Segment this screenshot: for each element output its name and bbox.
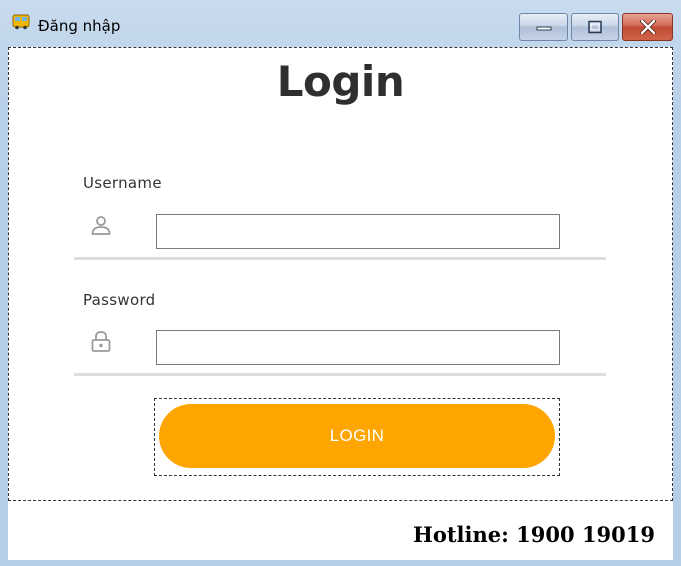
- close-icon: [639, 20, 656, 34]
- title-bar[interactable]: Đăng nhập: [0, 0, 681, 44]
- maximize-button[interactable]: [571, 13, 619, 41]
- hotline-text: Hotline: 1900 19019: [412, 522, 655, 547]
- login-button[interactable]: LOGIN: [159, 404, 555, 468]
- page-title: Login: [276, 57, 405, 106]
- username-divider: [74, 257, 606, 260]
- close-button[interactable]: [622, 13, 673, 41]
- login-panel: Login Username Password LOGIN: [8, 47, 673, 501]
- password-divider: [74, 373, 606, 376]
- lock-icon: [91, 331, 111, 352]
- window-title: Đăng nhập: [38, 17, 121, 35]
- username-label: Username: [83, 174, 162, 192]
- username-input[interactable]: [156, 214, 560, 249]
- login-window: Đăng nhập Login Username Password LOGIN …: [0, 0, 681, 566]
- bus-icon: [12, 14, 30, 30]
- maximize-icon: [588, 20, 602, 34]
- minimize-icon: [536, 26, 551, 31]
- password-label: Password: [83, 291, 156, 309]
- login-button-frame: LOGIN: [154, 398, 560, 476]
- minimize-button[interactable]: [519, 13, 568, 41]
- user-icon: [91, 216, 111, 235]
- password-input[interactable]: [156, 330, 560, 365]
- client-area: Login Username Password LOGIN Hotline: 1…: [8, 47, 673, 560]
